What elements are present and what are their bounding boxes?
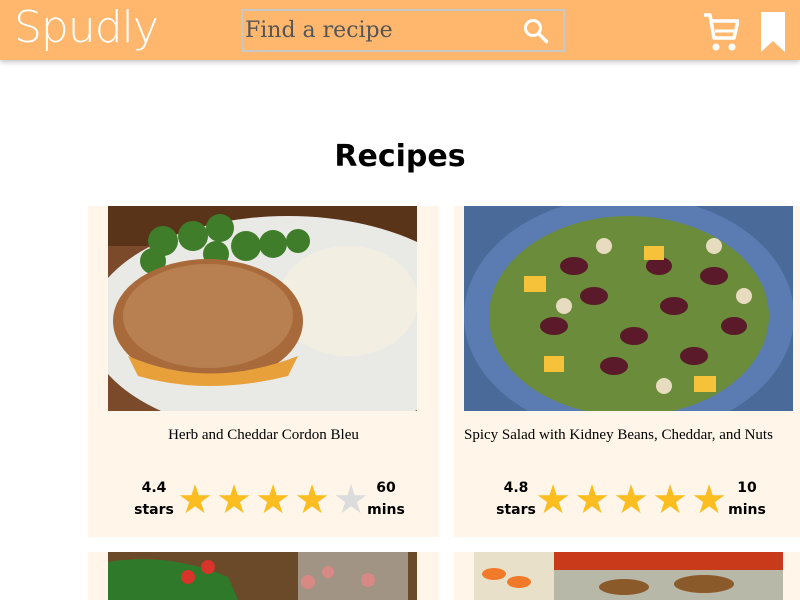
cart-icon[interactable] — [703, 11, 739, 53]
recipe-name[interactable]: Herb and Cheddar Cordon Bleu — [88, 427, 439, 444]
top-nav-bar: Spudly — [0, 0, 800, 60]
star-icon: ★ — [294, 477, 330, 523]
recipe-photo[interactable] — [108, 552, 417, 600]
star-icon: ★ — [652, 477, 688, 523]
star-rating: ★ ★ ★ ★ ★ — [176, 480, 370, 520]
recipe-photo[interactable] — [474, 552, 783, 600]
recipe-card[interactable]: Herb and Cheddar Cordon Bleu 4.4 stars ★… — [88, 206, 439, 537]
search-box — [241, 9, 565, 52]
star-icon: ★ — [691, 477, 727, 523]
page-title: Recipes — [334, 139, 466, 174]
star-icon: ★ — [613, 477, 649, 523]
recipe-card[interactable]: Spicy Salad with Kidney Beans, Cheddar, … — [454, 206, 800, 537]
search-icon[interactable] — [523, 18, 549, 44]
recipe-photo[interactable] — [108, 206, 417, 411]
rating-label: 4.4 stars — [130, 477, 178, 521]
rating-unit: stars — [134, 502, 174, 518]
star-icon: ★ — [535, 477, 571, 523]
star-icon: ★ — [255, 477, 291, 523]
rating-value: 4.8 — [503, 480, 529, 496]
star-icon: ★ — [177, 477, 213, 523]
cook-time: 10 mins — [724, 477, 770, 521]
logo[interactable]: Spudly — [14, 0, 159, 56]
rating-unit: stars — [496, 502, 536, 518]
recipe-card[interactable] — [454, 552, 800, 600]
star-icon: ★ — [216, 477, 252, 523]
recipe-card[interactable] — [88, 552, 439, 600]
cook-time: 60 mins — [363, 477, 409, 521]
recipe-photo[interactable] — [464, 206, 793, 411]
bookmark-icon[interactable] — [760, 11, 786, 53]
recipe-name[interactable]: Spicy Salad with Kidney Beans, Cheddar, … — [464, 427, 773, 444]
star-icon: ★ — [574, 477, 610, 523]
cook-time-unit: mins — [728, 502, 766, 518]
star-rating: ★ ★ ★ ★ ★ — [534, 480, 728, 520]
search-input[interactable] — [243, 11, 515, 50]
cook-time-value: 60 — [376, 480, 396, 496]
cook-time-unit: mins — [367, 502, 405, 518]
rating-value: 4.4 — [141, 480, 167, 496]
rating-label: 4.8 stars — [492, 477, 540, 521]
cook-time-value: 10 — [737, 480, 757, 496]
